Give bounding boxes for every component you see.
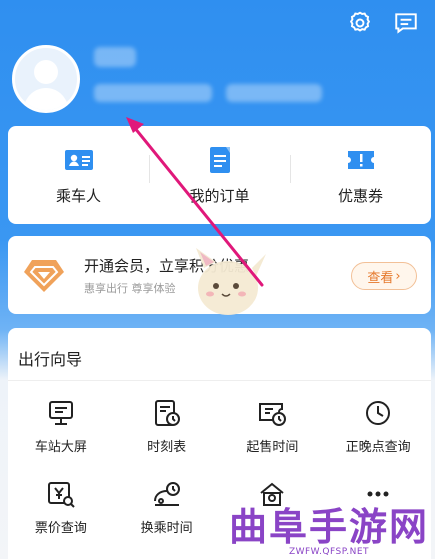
transfer-time-icon bbox=[153, 482, 180, 506]
view-vip-button[interactable]: 查看 › bbox=[351, 262, 417, 290]
station-screen-label: 车站大屏 bbox=[34, 440, 87, 455]
delay-query-button[interactable]: 正晚点查询 bbox=[325, 398, 431, 455]
top-toolbar bbox=[345, 8, 421, 38]
passenger-card-icon bbox=[64, 149, 93, 170]
delay-query-label: 正晚点查询 bbox=[345, 440, 411, 455]
coupon-button[interactable]: 优惠券 bbox=[290, 145, 431, 206]
gear-icon[interactable] bbox=[345, 8, 375, 38]
timetable-label: 时刻表 bbox=[147, 440, 187, 455]
passenger-label: 乘车人 bbox=[55, 186, 101, 205]
avatar[interactable] bbox=[12, 45, 80, 113]
divider bbox=[8, 380, 431, 381]
coupon-label: 优惠券 bbox=[337, 186, 383, 205]
fare-search-icon bbox=[47, 482, 75, 508]
passenger-button[interactable]: 乘车人 bbox=[8, 145, 149, 206]
my-orders-button[interactable]: 我的订单 bbox=[149, 145, 290, 206]
fare-query-button[interactable]: 票价查询 bbox=[8, 479, 114, 536]
blurred-username bbox=[94, 47, 136, 67]
fare-query-label: 票价查询 bbox=[34, 521, 87, 536]
timetable-button[interactable]: 时刻表 bbox=[114, 398, 220, 455]
mascot-illustration bbox=[196, 248, 266, 315]
station-screen-button[interactable]: 车站大屏 bbox=[8, 398, 114, 455]
sale-time-button[interactable]: 起售时间 bbox=[220, 398, 326, 455]
watermark-text: 曲阜手游网 bbox=[228, 504, 429, 549]
travel-guide-title: 出行向导 bbox=[18, 350, 83, 369]
my-orders-label: 我的订单 bbox=[189, 186, 250, 205]
view-vip-label: 查看 bbox=[367, 270, 394, 286]
timetable-icon bbox=[154, 400, 180, 426]
clock-icon bbox=[366, 401, 391, 425]
order-list-icon bbox=[209, 146, 230, 173]
blurred-account-info bbox=[94, 84, 212, 102]
quick-actions-card: 乘车人 我的订单 优惠券 bbox=[8, 126, 431, 224]
chevron-right-icon: › bbox=[395, 268, 401, 284]
transfer-time-button[interactable]: 换乘时间 bbox=[114, 479, 220, 536]
watermark: 曲阜手游网 ZWFW.QFSP.NET bbox=[228, 504, 429, 558]
sale-time-label: 起售时间 bbox=[246, 440, 299, 455]
sale-time-icon bbox=[259, 403, 287, 426]
vip-subtitle: 惠享出行 尊享体验 bbox=[84, 282, 176, 295]
screen-icon bbox=[48, 401, 73, 425]
chat-message-icon[interactable] bbox=[391, 8, 421, 38]
diamond-badge-icon bbox=[24, 260, 64, 292]
coupon-icon bbox=[347, 150, 374, 169]
blurred-account-info-2 bbox=[226, 84, 322, 102]
transfer-time-label: 换乘时间 bbox=[140, 521, 193, 536]
